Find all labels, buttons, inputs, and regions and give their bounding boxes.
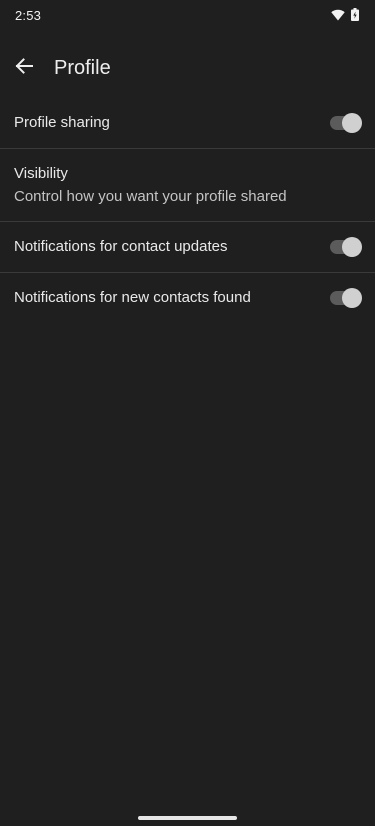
profile-sharing-toggle[interactable] [330,113,362,133]
status-bar: 2:53 [0,0,375,32]
new-contacts-label: Notifications for new contacts found [14,289,251,306]
toggle-knob [342,113,362,133]
status-icons [331,8,359,26]
home-indicator[interactable] [138,816,237,820]
profile-sharing-row[interactable]: Profile sharing [0,98,375,149]
page-title: Profile [54,57,111,79]
visibility-row[interactable]: Visibility Control how you want your pro… [0,149,375,222]
contact-updates-label: Notifications for contact updates [14,238,228,255]
back-button[interactable] [12,56,36,80]
battery-icon [351,8,359,26]
profile-sharing-label: Profile sharing [14,114,110,131]
visibility-label: Visibility [14,165,68,182]
contact-updates-toggle[interactable] [330,237,362,257]
app-bar: Profile [0,46,375,90]
arrow-back-icon [15,57,33,79]
wifi-icon [331,8,345,26]
toggle-knob [342,237,362,257]
new-contacts-row[interactable]: Notifications for new contacts found [0,273,375,324]
settings-list: Profile sharing Visibility Control how y… [0,98,375,324]
contact-updates-row[interactable]: Notifications for contact updates [0,222,375,273]
toggle-knob [342,288,362,308]
visibility-subtitle: Control how you want your profile shared [14,188,287,205]
status-time: 2:53 [15,8,42,23]
new-contacts-toggle[interactable] [330,288,362,308]
